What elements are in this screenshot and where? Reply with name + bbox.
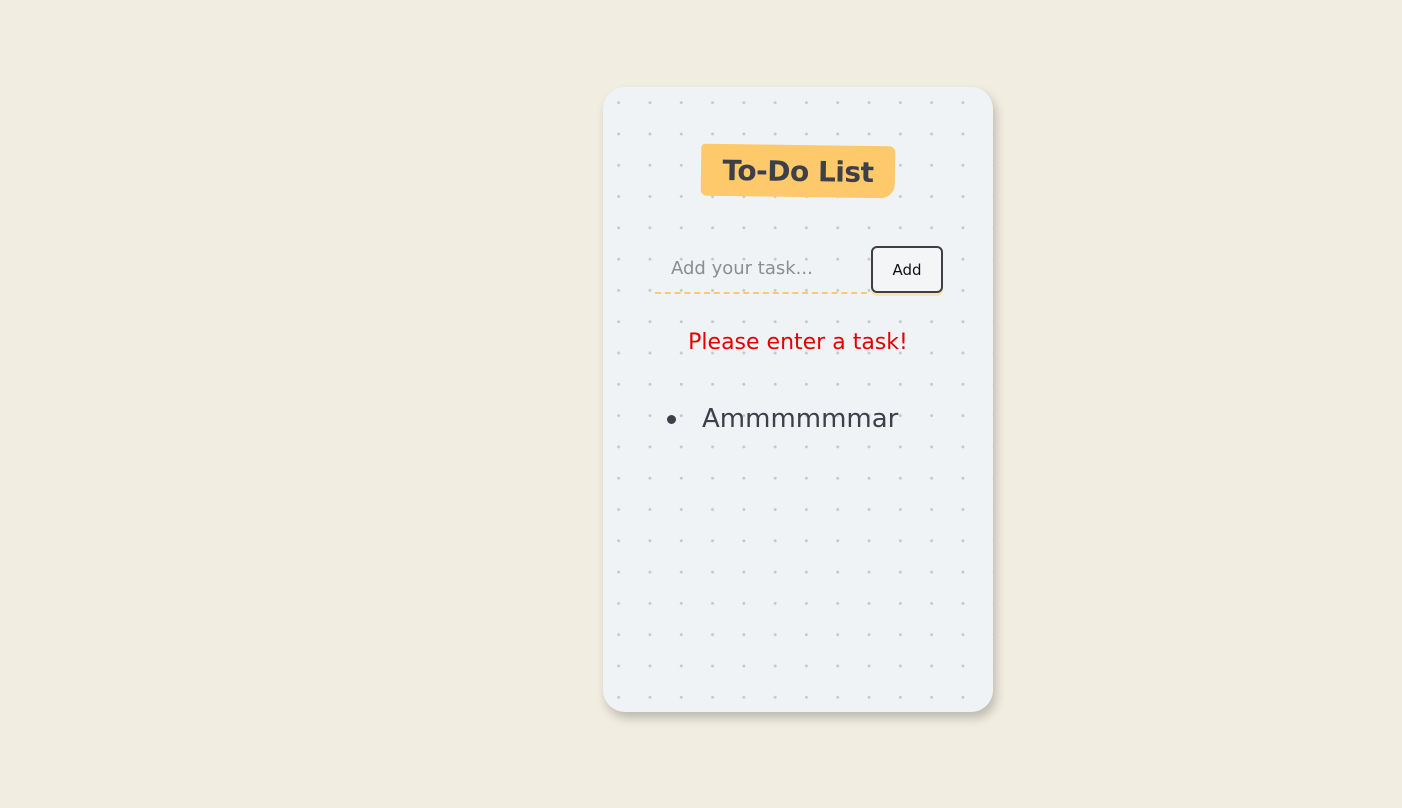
app-title: To-Do List (722, 153, 874, 189)
title-highlight: To-Do List (700, 143, 896, 199)
add-button[interactable]: Add (871, 246, 943, 293)
task-text: Ammmmmmar (702, 404, 899, 434)
bullet-dot-icon (667, 414, 676, 424)
list-item[interactable]: Ammmmmmar (667, 399, 898, 439)
page-background: { "app": { "title": "To-Do List" }, "for… (0, 0, 1402, 808)
todo-card: To-Do List Add Please enter a task! Ammm… (603, 87, 993, 712)
error-message: Please enter a task! (688, 330, 908, 355)
task-input[interactable] (655, 244, 867, 294)
task-list: Ammmmmmar (667, 399, 898, 439)
